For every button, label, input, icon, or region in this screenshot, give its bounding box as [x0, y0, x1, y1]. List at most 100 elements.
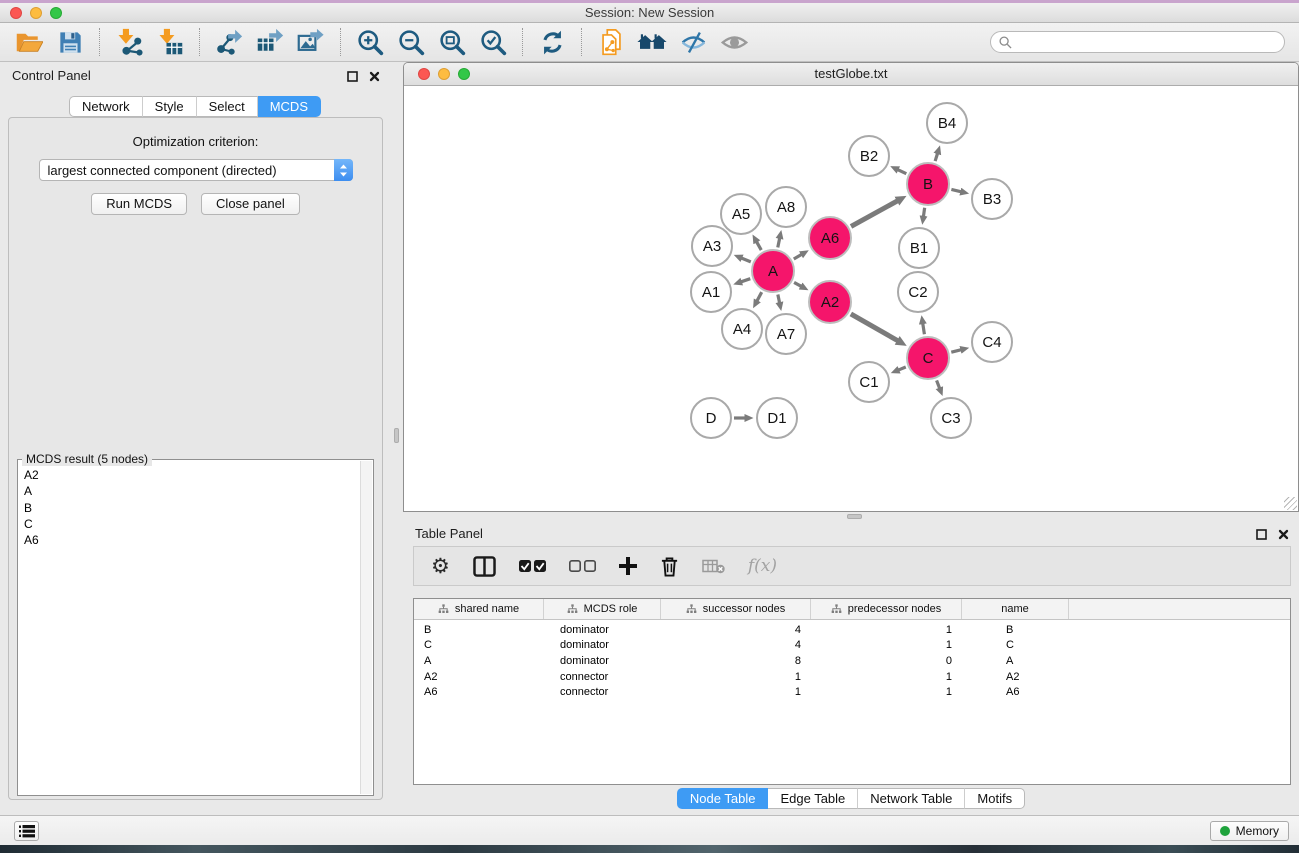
tab-network-table[interactable]: Network Table — [858, 788, 965, 809]
split-table-icon[interactable] — [473, 556, 496, 577]
select-all-icon[interactable] — [519, 560, 546, 573]
splitter-handle[interactable] — [394, 428, 399, 443]
graph-node-A5[interactable]: A5 — [721, 194, 761, 234]
open-session-new-window-icon[interactable] — [594, 27, 628, 57]
graph-edge-B-B2[interactable] — [897, 169, 906, 173]
graph-edge-C-C3[interactable] — [937, 380, 940, 389]
cell-MCDS-role[interactable]: dominator — [544, 639, 661, 651]
column-header-MCDS-role[interactable]: MCDS role — [544, 599, 661, 619]
graph-edge-A6-B[interactable] — [851, 200, 898, 226]
graph-edge-A-A7[interactable] — [778, 295, 780, 304]
show-all-networks-icon[interactable] — [635, 27, 669, 57]
graph-edge-A-A5[interactable] — [756, 241, 761, 250]
tab-style[interactable]: Style — [143, 96, 197, 117]
graph-edge-B-B1[interactable] — [923, 208, 924, 218]
refresh-layout-icon[interactable] — [535, 27, 569, 57]
cell-shared-name[interactable]: A6 — [414, 686, 544, 698]
mcds-result-item[interactable]: A6 — [19, 532, 360, 548]
cell-MCDS-role[interactable]: connector — [544, 671, 661, 683]
tab-mcds[interactable]: MCDS — [258, 96, 321, 117]
splitter-handle[interactable] — [847, 514, 862, 519]
graph-node-C[interactable]: C — [907, 337, 949, 379]
graph-node-A1[interactable]: A1 — [691, 272, 731, 312]
cell-shared-name[interactable]: A — [414, 655, 544, 667]
cell-shared-name[interactable]: A2 — [414, 671, 544, 683]
graph-edge-A-A2[interactable] — [794, 282, 802, 286]
cell-predecessor-nodes[interactable]: 1 — [811, 686, 962, 698]
function-builder-icon[interactable]: f(x) — [748, 556, 777, 576]
table-row[interactable]: Cdominator41C — [414, 638, 1290, 654]
graph-edge-A-A1[interactable] — [740, 279, 750, 282]
scrollbar[interactable] — [360, 461, 372, 794]
zoom-window-button[interactable] — [50, 7, 62, 19]
cell-name[interactable]: A6 — [962, 686, 1069, 698]
graph-node-A4[interactable]: A4 — [722, 309, 762, 349]
float-panel-icon[interactable] — [1256, 527, 1267, 545]
export-image-icon[interactable] — [294, 27, 328, 57]
export-table-icon[interactable] — [253, 27, 287, 57]
graph-node-B3[interactable]: B3 — [972, 179, 1012, 219]
network-canvas[interactable]: AA1A2A3A4A5A6A7A8BB1B2B3B4CC1C2C3C4DD1 — [404, 87, 1298, 511]
run-mcds-button[interactable]: Run MCDS — [91, 193, 187, 215]
add-column-icon[interactable] — [619, 557, 637, 575]
graph-edge-A-A3[interactable] — [741, 258, 751, 262]
graph-edge-A-A6[interactable] — [794, 254, 803, 259]
resize-grip[interactable] — [1284, 497, 1297, 510]
cell-successor-nodes[interactable]: 1 — [661, 686, 811, 698]
table-row[interactable]: Bdominator41B — [414, 622, 1290, 638]
graph-node-D[interactable]: D — [691, 398, 731, 438]
graph-node-C1[interactable]: C1 — [849, 362, 889, 402]
search-box[interactable] — [990, 31, 1285, 53]
column-header-successor-nodes[interactable]: successor nodes — [661, 599, 811, 619]
cell-predecessor-nodes[interactable]: 0 — [811, 655, 962, 667]
zoom-selected-icon[interactable] — [476, 27, 510, 57]
memory-button[interactable]: Memory — [1210, 821, 1289, 841]
criterion-dropdown[interactable]: largest connected component (directed) — [39, 159, 353, 181]
import-table-icon[interactable] — [153, 27, 187, 57]
cell-MCDS-role[interactable]: dominator — [544, 624, 661, 636]
column-header-shared-name[interactable]: shared name — [414, 599, 544, 619]
cell-successor-nodes[interactable]: 4 — [661, 624, 811, 636]
cell-successor-nodes[interactable]: 8 — [661, 655, 811, 667]
graph-node-B4[interactable]: B4 — [927, 103, 967, 143]
cell-predecessor-nodes[interactable]: 1 — [811, 639, 962, 651]
delete-table-icon[interactable] — [702, 559, 725, 574]
cell-MCDS-role[interactable]: dominator — [544, 655, 661, 667]
zoom-fit-icon[interactable] — [435, 27, 469, 57]
import-network-icon[interactable] — [112, 27, 146, 57]
cell-shared-name[interactable]: B — [414, 624, 544, 636]
tab-edge-table[interactable]: Edge Table — [768, 788, 858, 809]
cell-predecessor-nodes[interactable]: 1 — [811, 671, 962, 683]
close-panel-button[interactable]: Close panel — [201, 193, 300, 215]
graph-node-A[interactable]: A — [752, 250, 794, 292]
graph-node-C4[interactable]: C4 — [972, 322, 1012, 362]
export-network-icon[interactable] — [212, 27, 246, 57]
cell-successor-nodes[interactable]: 1 — [661, 671, 811, 683]
graph-node-B1[interactable]: B1 — [899, 228, 939, 268]
close-panel-icon[interactable] — [1278, 527, 1289, 545]
graph-edge-A2-C[interactable] — [851, 314, 899, 341]
graph-node-A6[interactable]: A6 — [809, 217, 851, 259]
cell-predecessor-nodes[interactable]: 1 — [811, 624, 962, 636]
cell-successor-nodes[interactable]: 4 — [661, 639, 811, 651]
graph-edge-B-B4[interactable] — [935, 153, 938, 161]
graph-node-A2[interactable]: A2 — [809, 281, 851, 323]
cell-shared-name[interactable]: C — [414, 639, 544, 651]
search-input[interactable] — [1017, 35, 1276, 49]
mcds-result-item[interactable]: A — [19, 483, 360, 499]
gear-icon[interactable]: ⚙ — [431, 556, 450, 577]
zoom-in-icon[interactable] — [353, 27, 387, 57]
tab-motifs[interactable]: Motifs — [965, 788, 1025, 809]
cell-MCDS-role[interactable]: connector — [544, 686, 661, 698]
tab-network[interactable]: Network — [69, 96, 143, 117]
graph-node-B[interactable]: B — [907, 163, 949, 205]
graph-node-C3[interactable]: C3 — [931, 398, 971, 438]
zoom-network-button[interactable] — [458, 68, 470, 80]
cell-name[interactable]: B — [962, 624, 1069, 636]
table-row[interactable]: A6connector11A6 — [414, 684, 1290, 700]
mcds-result-item[interactable]: C — [19, 516, 360, 532]
deselect-all-icon[interactable] — [569, 560, 596, 573]
cell-name[interactable]: A2 — [962, 671, 1069, 683]
close-window-button[interactable] — [10, 7, 22, 19]
table-row[interactable]: Adominator80A — [414, 653, 1290, 669]
